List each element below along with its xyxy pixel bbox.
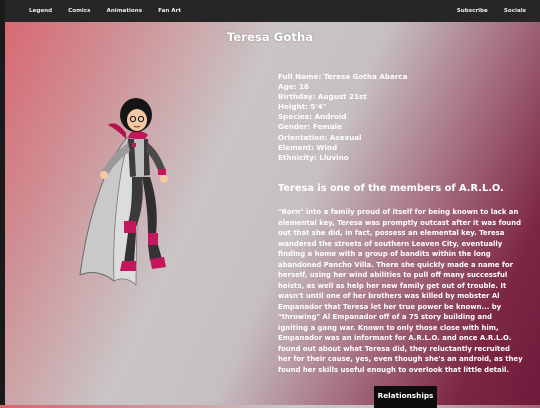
page-frame-left [0, 0, 5, 405]
character-info-list: Full Name: Teresa Gotha Abarca Age: 16 B… [278, 72, 408, 163]
info-element: Element: Wind [278, 142, 338, 152]
info-orientation: Orientation: Asexual [278, 132, 362, 142]
info-height: Height: 5'4" [278, 102, 327, 112]
info-full-name: Full Name: Teresa Gotha Abarca [278, 72, 408, 81]
info-species: Species: Android [278, 112, 347, 122]
info-gender: Gender: Female [278, 122, 343, 132]
nav-comics-link[interactable]: Comics [60, 8, 98, 14]
info-birthday: Birthday: August 21st [278, 92, 367, 102]
nav-fan-art-link[interactable]: Fan Art [150, 8, 189, 14]
nav-right-group: Subscribe Socials [449, 8, 540, 14]
character-bio: "Born" into a family proud of itself for… [278, 208, 523, 374]
page-title: Teresa Gotha [226, 30, 314, 44]
info-ethnicity: Ethnicity: Lluvino [278, 152, 349, 162]
nav-legend-link[interactable]: Legend [21, 8, 60, 14]
info-age: Age: 16 [278, 82, 309, 92]
nav-left-group: Legend Comics Animations Fan Art [5, 8, 189, 14]
character-illustration [79, 98, 168, 286]
nav-subscribe-link[interactable]: Subscribe [449, 8, 496, 14]
membership-heading: Teresa is one of the members of A.R.L.O. [278, 183, 504, 194]
top-navbar: Legend Comics Animations Fan Art Subscri… [5, 0, 540, 22]
nav-socials-link[interactable]: Socials [496, 8, 534, 14]
nav-animations-link[interactable]: Animations [99, 8, 151, 14]
